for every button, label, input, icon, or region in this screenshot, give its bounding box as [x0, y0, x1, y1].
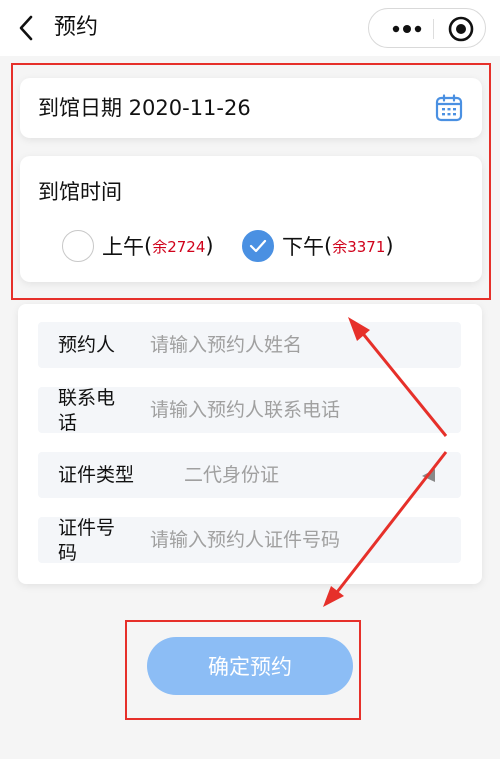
more-button[interactable] — [387, 17, 427, 41]
form-row-id-type[interactable]: 证件类型 二代身份证 — [38, 452, 461, 498]
form-label: 联系电话 — [58, 387, 116, 434]
close-button[interactable] — [447, 15, 475, 43]
target-circle-icon — [448, 16, 474, 42]
id-number-input[interactable]: 请输入预约人证件号码 — [150, 528, 340, 553]
visitor-form-card: 预约人 请输入预约人姓名 联系电话 请输入预约人联系电话 证件类型 二代身份证 … — [18, 304, 482, 584]
phone-input[interactable]: 请输入预约人联系电话 — [150, 398, 340, 423]
nav-bar: 预约 — [0, 0, 500, 56]
chevron-left-icon — [19, 15, 33, 41]
capsule-divider — [433, 19, 434, 39]
dropdown-caret-icon[interactable] — [419, 466, 437, 484]
id-type-select[interactable]: 二代身份证 — [184, 463, 279, 488]
back-button[interactable] — [12, 12, 40, 44]
annotation-box-confirm — [125, 620, 361, 720]
mini-program-capsule — [368, 8, 486, 48]
page-title: 预约 — [54, 15, 99, 40]
form-label: 预约人 — [58, 334, 116, 356]
annotation-box-date-time — [11, 63, 491, 300]
form-row-phone[interactable]: 联系电话 请输入预约人联系电话 — [38, 387, 461, 434]
more-dots-icon — [392, 25, 422, 33]
name-input[interactable]: 请输入预约人姓名 — [150, 333, 302, 358]
form-label: 证件号码 — [58, 517, 116, 564]
form-row-name[interactable]: 预约人 请输入预约人姓名 — [38, 322, 461, 368]
form-row-id-number[interactable]: 证件号码 请输入预约人证件号码 — [38, 517, 461, 564]
form-label: 证件类型 — [58, 464, 135, 486]
